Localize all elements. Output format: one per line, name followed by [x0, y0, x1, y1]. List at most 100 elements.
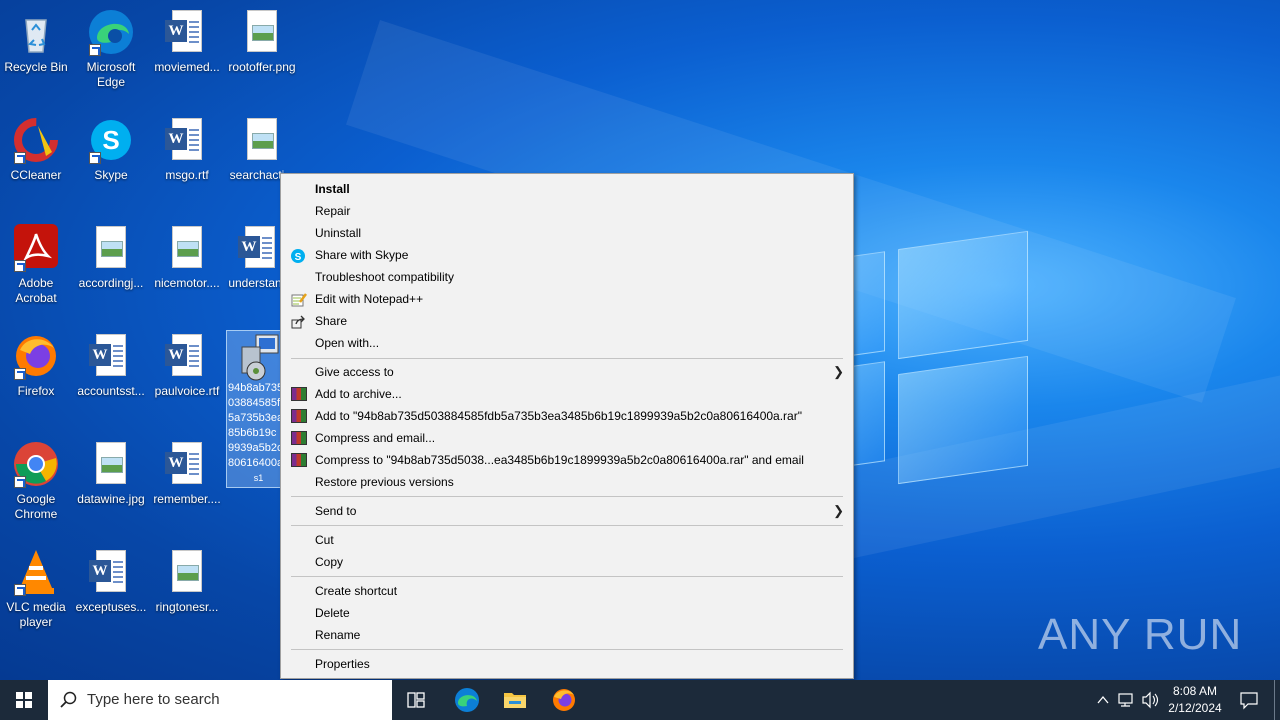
desktop-icon-label: msgo.rtf: [165, 168, 209, 182]
taskbar-file-explorer-button[interactable]: [495, 680, 535, 720]
menu-item-uninstall[interactable]: Uninstall: [282, 222, 852, 244]
volume-button[interactable]: [1140, 680, 1160, 720]
menu-item-rename[interactable]: Rename: [282, 624, 852, 646]
menu-item-give-access-to[interactable]: Give access to ❯: [282, 361, 852, 383]
menu-item-add-to-archive[interactable]: Add to archive...: [282, 383, 852, 405]
desktop-icon-google-chrome[interactable]: Google Chrome: [0, 440, 74, 522]
desktop-icon-adobe-acrobat[interactable]: Adobe Acrobat: [0, 224, 74, 306]
desktop-icon-label: rootoffer.png: [228, 60, 296, 74]
menu-item-add-to-rar[interactable]: Add to "94b8ab735d503884585fdb5a735b3ea3…: [282, 405, 852, 427]
menu-item-install[interactable]: Install: [282, 178, 852, 200]
desktop-icon-image-file[interactable]: accordingj...: [73, 224, 149, 291]
desktop-icon-skype[interactable]: S Skype: [73, 116, 149, 183]
vlc-icon: [12, 548, 60, 596]
menu-item-edit-with-notepadpp[interactable]: Edit with Notepad++: [282, 288, 852, 310]
svg-text:S: S: [102, 125, 119, 155]
desktop-icon-word-file[interactable]: W paulvoice.rtf: [149, 332, 225, 399]
desktop-icon-microsoft-edge[interactable]: Microsoft Edge: [73, 8, 149, 90]
desktop-icon-word-file[interactable]: W remember....: [149, 440, 225, 507]
action-center-button[interactable]: [1234, 680, 1264, 720]
taskbar-clock[interactable]: 8:08 AM 2/12/2024: [1160, 683, 1230, 717]
search-placeholder: Type here to search: [87, 691, 220, 708]
shortcut-arrow-icon: [14, 260, 26, 272]
edge-icon: [87, 8, 135, 56]
image-file-icon: [87, 224, 135, 272]
desktop-icon-label: Google Chrome: [14, 492, 58, 521]
menu-item-restore-previous-versions[interactable]: Restore previous versions: [282, 471, 852, 493]
menu-item-copy[interactable]: Copy: [282, 551, 852, 573]
chevron-up-icon: [1097, 695, 1109, 704]
desktop-icon-label: Firefox: [17, 384, 55, 398]
firefox-icon: [553, 689, 575, 711]
taskbar-firefox-button[interactable]: [544, 680, 584, 720]
menu-item-properties[interactable]: Properties: [282, 653, 852, 675]
taskbar-edge-button[interactable]: [447, 680, 487, 720]
recycle-bin-icon: [12, 8, 60, 56]
word-document-icon: W: [163, 8, 211, 56]
word-document-icon: W: [87, 332, 135, 380]
desktop-icon-word-file[interactable]: W exceptuses...: [73, 548, 149, 615]
shortcut-arrow-icon: [14, 476, 26, 488]
desktop-icon-label: accordingj...: [78, 276, 144, 290]
desktop-icon-image-file[interactable]: rootoffer.png: [224, 8, 300, 75]
desktop-icon-label: paulvoice.rtf: [154, 384, 220, 398]
task-view-icon: [407, 692, 425, 708]
desktop-icon-image-file[interactable]: nicemotor....: [149, 224, 225, 291]
menu-item-troubleshoot-compatibility[interactable]: Troubleshoot compatibility: [282, 266, 852, 288]
folder-icon: [504, 693, 526, 708]
taskbar: Type here to search 8:08 AM 2/12/2024: [0, 680, 1280, 720]
menu-item-repair[interactable]: Repair: [282, 200, 852, 222]
shortcut-arrow-icon: [14, 584, 26, 596]
menu-item-create-shortcut[interactable]: Create shortcut: [282, 580, 852, 602]
windows-start-icon: [16, 692, 32, 708]
firefox-icon: [12, 332, 60, 380]
winrar-icon: [291, 431, 307, 445]
menu-item-open-with[interactable]: Open with...: [282, 332, 852, 354]
installer-package-icon: [234, 333, 282, 381]
skype-icon: S: [87, 116, 135, 164]
taskbar-search-box[interactable]: Type here to search: [48, 680, 392, 720]
desktop-icon-label: CCleaner: [10, 168, 62, 182]
word-document-icon: W: [87, 548, 135, 596]
desktop-icon-recycle-bin[interactable]: Recycle Bin: [0, 8, 74, 75]
desktop-icon-word-file[interactable]: W msgo.rtf: [149, 116, 225, 183]
menu-item-delete[interactable]: Delete: [282, 602, 852, 624]
desktop-icon-ccleaner[interactable]: CCleaner: [0, 116, 74, 183]
desktop-icon-label: Skype: [94, 168, 128, 182]
menu-item-compress-to-rar-and-email[interactable]: Compress to "94b8ab735d5038...ea3485b6b1…: [282, 449, 852, 471]
start-button[interactable]: [0, 680, 48, 720]
desktop-icon-word-file[interactable]: W moviemed...: [149, 8, 225, 75]
edge-icon: [455, 688, 479, 712]
show-hidden-icons-button[interactable]: [1094, 680, 1112, 720]
shortcut-arrow-icon: [89, 152, 101, 164]
network-status-button[interactable]: [1116, 680, 1136, 720]
desktop-icon-word-file[interactable]: W accountsst...: [73, 332, 149, 399]
menu-item-share[interactable]: Share: [282, 310, 852, 332]
desktop-icon-label: moviemed...: [154, 60, 220, 74]
desktop-icon-image-file[interactable]: ringtonesr...: [149, 548, 225, 615]
menu-item-compress-and-email[interactable]: Compress and email...: [282, 427, 852, 449]
desktop-icon-firefox[interactable]: Firefox: [0, 332, 74, 399]
desktop-icon-label: datawine.jpg: [77, 492, 145, 506]
task-view-button[interactable]: [396, 680, 436, 720]
menu-item-cut[interactable]: Cut: [282, 529, 852, 551]
menu-item-send-to[interactable]: Send to ❯: [282, 500, 852, 522]
image-file-icon: [87, 440, 135, 488]
desktop-icon-label: remember....: [153, 492, 221, 506]
clock-date: 2/12/2024: [1168, 701, 1222, 715]
desktop-icon-label: accountsst...: [77, 384, 145, 398]
desktop-icon-label: Microsoft Edge: [86, 60, 136, 89]
menu-separator: [291, 649, 843, 650]
word-document-icon: W: [163, 116, 211, 164]
word-document-icon: W: [236, 224, 284, 272]
image-file-icon: [238, 8, 286, 56]
desktop-icon-vlc[interactable]: VLC media player: [0, 548, 74, 630]
svg-text:S: S: [295, 252, 302, 263]
skype-icon: S: [291, 248, 307, 263]
winrar-icon: [291, 409, 307, 423]
desktop-icon-image-file[interactable]: datawine.jpg: [73, 440, 149, 507]
menu-item-share-with-skype[interactable]: S Share with Skype: [282, 244, 852, 266]
show-desktop-button[interactable]: [1274, 680, 1280, 720]
winrar-icon: [291, 453, 307, 467]
search-icon: [60, 691, 77, 708]
